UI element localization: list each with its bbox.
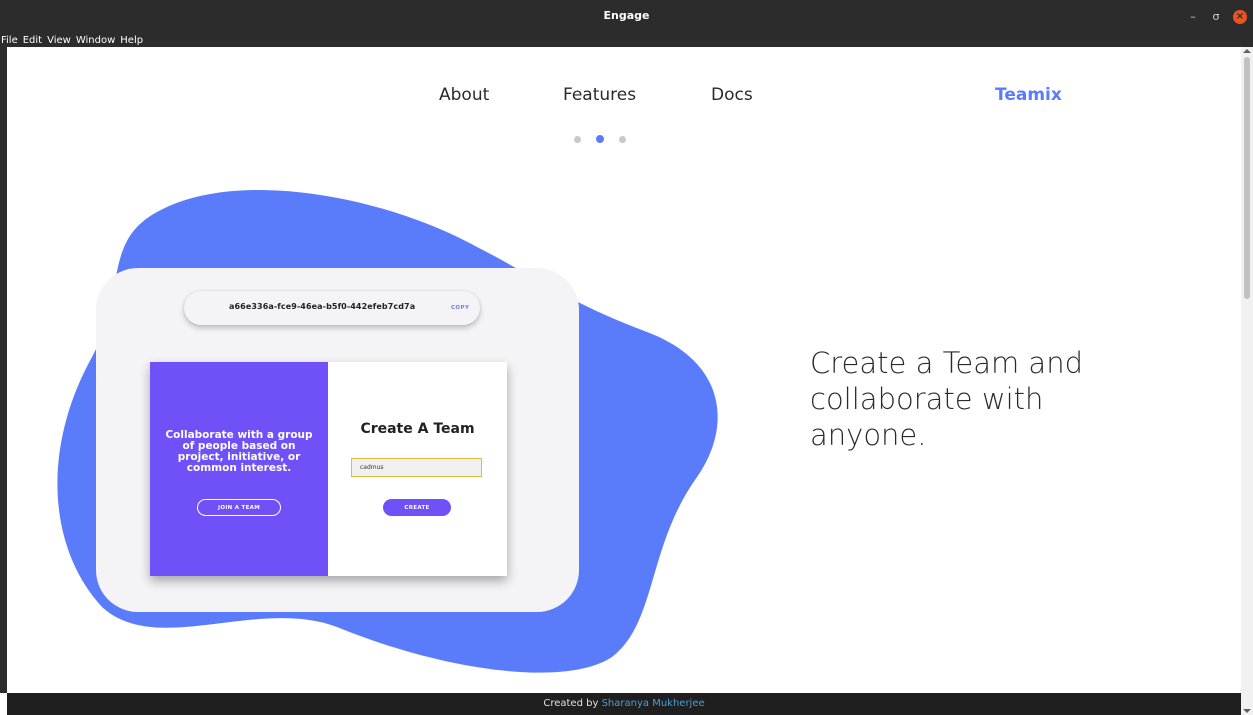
team-illustration-card: a66e336a-fce9-46ea-b5f0-442efeb7cd7a COP… xyxy=(96,268,579,612)
scroll-up-icon[interactable] xyxy=(1243,49,1251,53)
carousel-dot[interactable] xyxy=(619,135,626,143)
close-button[interactable]: × xyxy=(1233,9,1247,24)
copy-button[interactable]: COPY xyxy=(451,305,469,311)
menu-edit[interactable]: Edit xyxy=(23,35,47,46)
nav-about[interactable]: About xyxy=(439,85,489,105)
carousel-dot-active[interactable] xyxy=(596,135,604,143)
footer-prefix: Created by xyxy=(543,698,599,709)
menu-help[interactable]: Help xyxy=(120,35,148,46)
window-border xyxy=(0,47,7,693)
menubar: File Edit View Window Help xyxy=(0,33,1253,47)
carousel-dots xyxy=(574,135,641,143)
scrollbar[interactable] xyxy=(1241,47,1253,715)
window-titlebar: Engage – σ × xyxy=(0,0,1253,33)
create-panel: Create A Team cadmus CREATE xyxy=(328,362,507,576)
hero-headline: Create a Team and collaborate with anyon… xyxy=(810,346,1083,452)
team-name-input[interactable]: cadmus xyxy=(351,458,482,477)
close-icon: × xyxy=(1235,11,1245,22)
nav-brand[interactable]: Teamix xyxy=(995,85,1062,105)
top-nav: About Features Docs Teamix xyxy=(7,85,1241,109)
menu-file[interactable]: File xyxy=(0,35,23,46)
nav-features[interactable]: Features xyxy=(563,85,636,105)
footer: Created by Sharanya Mukherjee xyxy=(7,693,1241,715)
footer-author-link[interactable]: Sharanya Mukherjee xyxy=(602,698,705,709)
create-button[interactable]: CREATE xyxy=(383,499,451,516)
scroll-down-icon[interactable] xyxy=(1243,709,1251,713)
window-controls: – σ × xyxy=(1183,0,1253,33)
team-form-panel: Collaborate with a group of people based… xyxy=(150,362,507,576)
window-title: Engage xyxy=(603,9,650,22)
team-id-pill: a66e336a-fce9-46ea-b5f0-442efeb7cd7a COP… xyxy=(184,291,480,325)
create-team-heading: Create A Team xyxy=(360,421,475,437)
page-viewport: About Features Docs Teamix a66e336a-fce9… xyxy=(7,47,1241,693)
nav-docs[interactable]: Docs xyxy=(711,85,753,105)
carousel-dot[interactable] xyxy=(574,135,581,143)
menu-window[interactable]: Window xyxy=(76,35,120,46)
maximize-button[interactable]: σ xyxy=(1206,7,1226,27)
join-team-button[interactable]: JOIN A TEAM xyxy=(197,499,281,516)
scroll-thumb[interactable] xyxy=(1244,57,1250,299)
menu-view[interactable]: View xyxy=(47,35,76,46)
collaborate-message: Collaborate with a group of people based… xyxy=(165,429,313,474)
join-panel: Collaborate with a group of people based… xyxy=(150,362,328,576)
minimize-button[interactable]: – xyxy=(1183,7,1203,27)
team-id: a66e336a-fce9-46ea-b5f0-442efeb7cd7a xyxy=(229,302,416,311)
